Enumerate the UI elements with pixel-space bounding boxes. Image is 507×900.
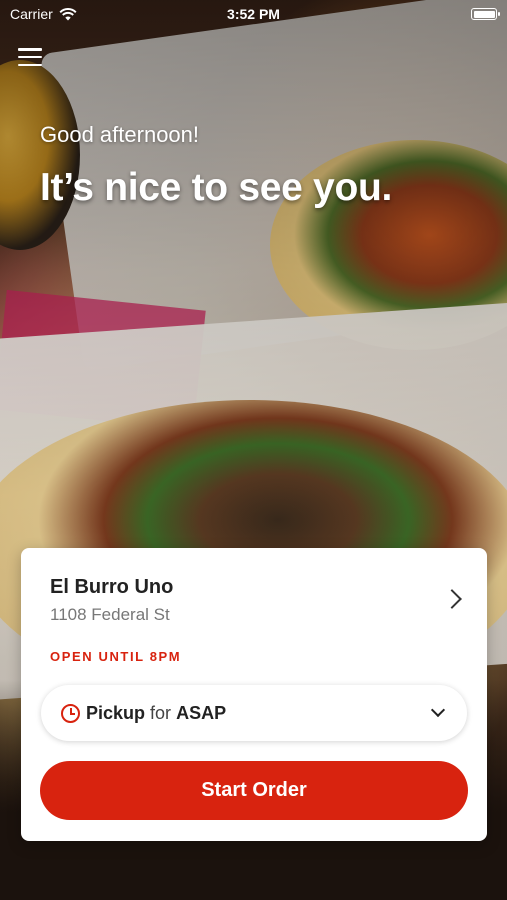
chevron-down-icon xyxy=(430,702,446,718)
wifi-icon xyxy=(59,7,77,20)
hours-status: OPEN UNTIL 8PM xyxy=(50,649,182,664)
location-card: El Burro Uno 1108 Federal St OPEN UNTIL … xyxy=(21,548,487,841)
battery-level xyxy=(473,10,495,18)
battery-icon xyxy=(471,8,500,20)
carrier-label: Carrier xyxy=(10,6,53,22)
store-name: El Burro Uno xyxy=(50,576,174,598)
order-type-selector[interactable]: Pickup for ASAP xyxy=(41,685,467,741)
status-left: Carrier xyxy=(10,6,77,22)
order-type: Pickup xyxy=(86,702,146,723)
greeting-headline: It’s nice to see you. xyxy=(40,166,393,209)
order-time: ASAP xyxy=(176,702,227,723)
menu-line xyxy=(18,63,42,66)
menu-line xyxy=(18,48,42,51)
hamburger-menu-icon[interactable] xyxy=(18,46,42,68)
status-bar: Carrier 3:52 PM xyxy=(0,0,507,28)
order-for-label: for xyxy=(150,702,172,723)
clock-icon xyxy=(61,703,80,723)
menu-line xyxy=(18,55,42,59)
start-order-button[interactable]: Start Order xyxy=(40,761,468,820)
store-selector[interactable]: El Burro Uno 1108 Federal St xyxy=(50,576,463,636)
order-type-text: Pickup for ASAP xyxy=(86,703,226,724)
store-address: 1108 Federal St xyxy=(50,605,170,624)
greeting-subtitle: Good afternoon! xyxy=(40,122,200,147)
